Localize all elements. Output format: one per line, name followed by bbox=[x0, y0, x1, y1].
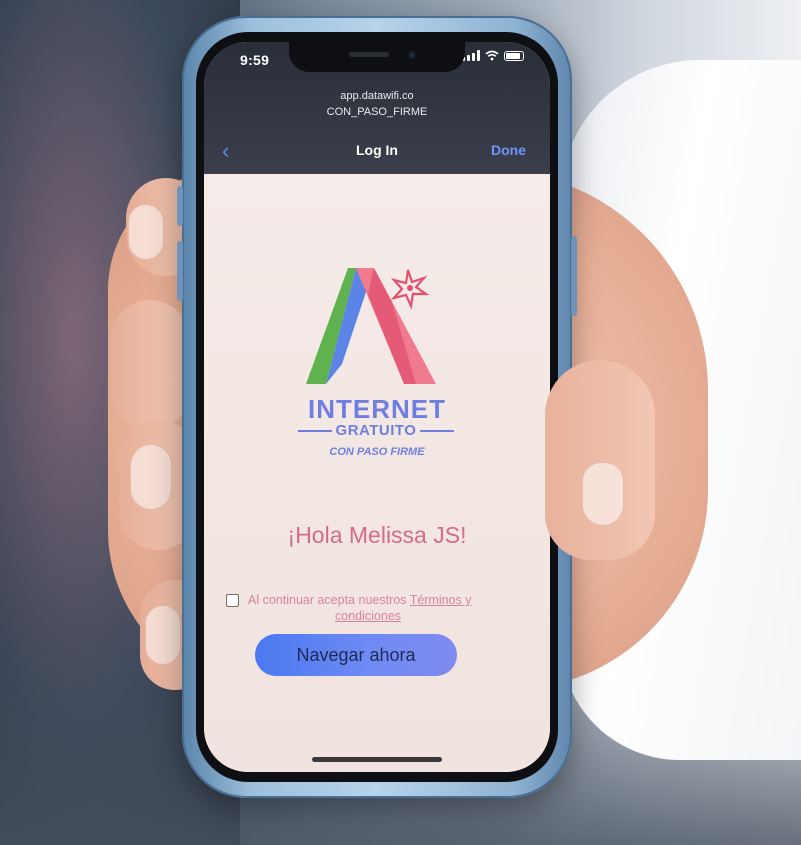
phone-notch bbox=[289, 42, 465, 72]
front-camera bbox=[407, 50, 417, 60]
brand-subtitle: GRATUITO bbox=[298, 422, 455, 439]
conditions-link[interactable]: condiciones bbox=[248, 608, 540, 624]
divider bbox=[298, 429, 332, 432]
thumb-nail bbox=[582, 462, 624, 526]
browse-now-button[interactable]: Navegar ahora bbox=[255, 634, 457, 676]
brand-logo-icon bbox=[306, 268, 436, 384]
phone-screen: 9:59 app.datawifi.co CON_PASO_FIRME ‹ Lo… bbox=[204, 42, 550, 772]
fingernail-4 bbox=[145, 605, 181, 665]
terms-text: Al continuar acepta nuestros Términos y … bbox=[248, 592, 540, 624]
done-button[interactable]: Done bbox=[491, 142, 526, 158]
phone-power-button bbox=[571, 236, 577, 316]
home-indicator[interactable] bbox=[312, 757, 442, 762]
fingernail-1 bbox=[128, 204, 164, 260]
brand-subtitle-text: GRATUITO bbox=[335, 422, 417, 439]
brand-tagline: CON PASO FIRME bbox=[329, 446, 425, 458]
divider bbox=[420, 429, 455, 432]
wifi-icon bbox=[485, 50, 499, 61]
terms-prefix: Al continuar acepta nuestros bbox=[248, 593, 407, 607]
terms-checkbox[interactable] bbox=[226, 594, 239, 607]
brand-title: INTERNET bbox=[308, 394, 446, 424]
status-icons bbox=[462, 50, 524, 61]
terms-link[interactable]: Términos y bbox=[410, 593, 472, 607]
greeting-text: ¡Hola Melissa JS! bbox=[287, 522, 467, 548]
speaker bbox=[349, 52, 389, 57]
browser-url: app.datawifi.co bbox=[340, 90, 414, 102]
network-name: CON_PASO_FIRME bbox=[326, 106, 428, 118]
login-content: INTERNET GRATUITO CON PASO FIRME ¡Hola M… bbox=[204, 174, 550, 772]
phone-side-button bbox=[177, 241, 183, 301]
thumb bbox=[545, 360, 655, 560]
browser-header: 9:59 app.datawifi.co CON_PASO_FIRME ‹ Lo… bbox=[204, 42, 550, 174]
finger-2 bbox=[110, 300, 190, 430]
battery-icon bbox=[504, 50, 524, 61]
status-time: 9:59 bbox=[240, 52, 270, 68]
fingernail-3 bbox=[130, 444, 172, 510]
phone-side-button bbox=[177, 186, 183, 226]
phone: 9:59 app.datawifi.co CON_PASO_FIRME ‹ Lo… bbox=[177, 16, 577, 798]
